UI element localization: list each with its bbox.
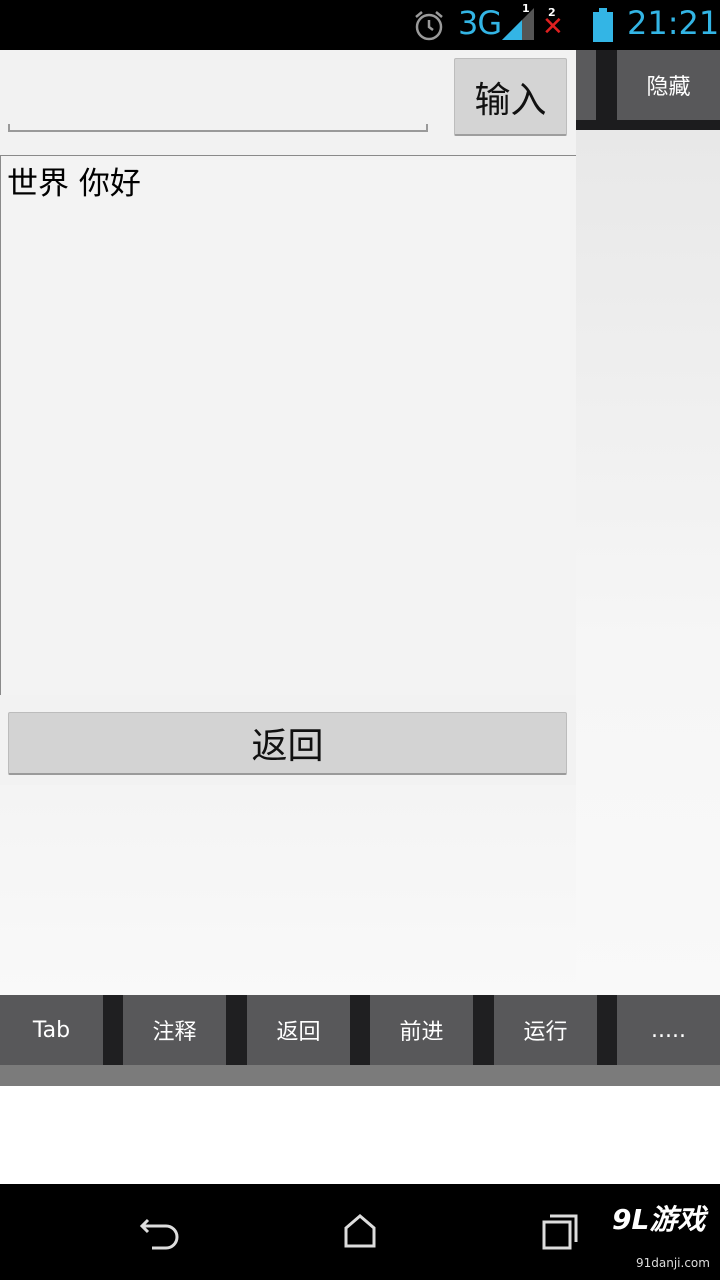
input-button[interactable]: 输入 — [454, 58, 567, 136]
tab-button[interactable]: Tab — [0, 995, 103, 1065]
text-input[interactable] — [12, 70, 422, 120]
home-icon[interactable] — [340, 1210, 380, 1250]
input-dialog: 输入 世界 你好 返回 — [0, 50, 576, 785]
status-bar: 3G 1 2 ✕ 21:21 — [0, 0, 720, 50]
output-text-area[interactable]: 世界 你好 — [0, 155, 576, 695]
toolbar-divider — [0, 1065, 720, 1086]
more-button[interactable]: ..... — [617, 995, 720, 1065]
output-text: 世界 你好 — [7, 166, 141, 202]
no-signal-icon: ✕ — [542, 12, 564, 42]
editor-toolbar: Tab 注释 返回 前进 运行 ..... — [0, 995, 720, 1065]
empty-area — [0, 1086, 720, 1184]
top-toolbar-button-partial[interactable] — [576, 50, 596, 120]
clock: 21:21 — [627, 4, 720, 42]
network-type: 3G — [458, 4, 502, 42]
battery-icon — [593, 8, 613, 42]
watermark-logo: 9L游戏 — [612, 1203, 706, 1236]
navigation-bar: 9L游戏 91danji.com — [0, 1184, 720, 1280]
back-button[interactable]: 返回 — [8, 712, 567, 775]
back-icon[interactable] — [138, 1212, 182, 1252]
comment-button[interactable]: 注释 — [123, 995, 226, 1065]
watermark-url: 91danji.com — [636, 1256, 710, 1270]
sim1-label: 1 — [522, 2, 530, 15]
redo-button[interactable]: 前进 — [370, 995, 473, 1065]
run-button[interactable]: 运行 — [494, 995, 597, 1065]
recent-apps-icon[interactable] — [538, 1212, 580, 1252]
undo-button[interactable]: 返回 — [247, 995, 350, 1065]
signal-icon — [502, 8, 534, 40]
background-area-lower — [0, 785, 576, 995]
text-input-underline — [8, 124, 428, 132]
alarm-icon — [415, 11, 443, 41]
background-area — [576, 130, 720, 995]
hide-button[interactable]: 隐藏 — [617, 50, 720, 120]
